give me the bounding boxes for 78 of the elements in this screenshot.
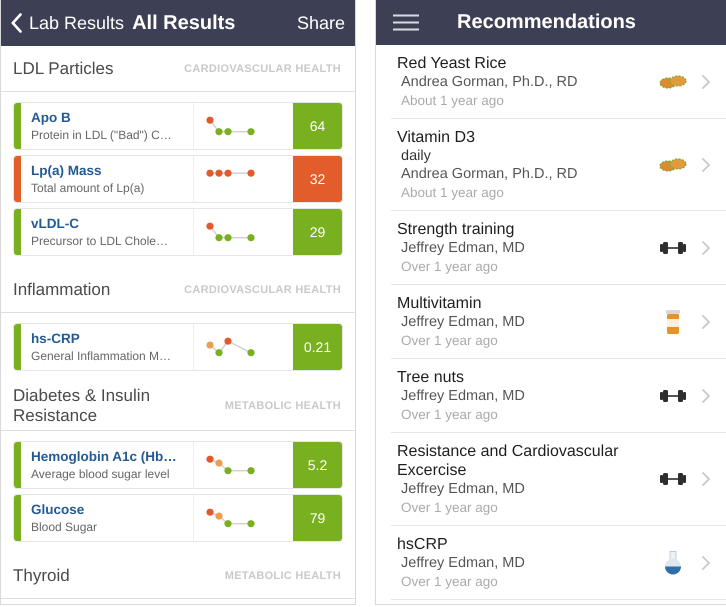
pills-icon — [659, 158, 687, 172]
recommendation-note: daily — [400, 147, 431, 165]
result-name: vLDL-C — [31, 214, 79, 232]
back-button[interactable]: Lab Results — [11, 12, 124, 34]
result-description: Precursor to LDL Chole… — [31, 232, 168, 250]
result-name: hs-CRP — [31, 330, 80, 348]
author-name: Jeffrey Edman, MD — [400, 387, 525, 406]
result-card[interactable]: Glucose Blood Sugar 79 — [13, 494, 343, 542]
recommendation-item[interactable]: Tree nuts Jeffrey Edman, MD Over 1 year ago — [391, 359, 726, 433]
timestamp: Over 1 year ago — [400, 573, 498, 590]
dumbbell-icon — [660, 240, 686, 254]
pills-icon — [659, 74, 687, 88]
recommendation-item[interactable]: hsCRP Jeffrey Edman, MD Over 1 year ago — [391, 526, 726, 600]
share-button[interactable]: Share — [296, 12, 345, 34]
result-card[interactable]: vLDL-C Precursor to LDL Chole… 29 — [13, 208, 343, 256]
result-card[interactable]: Lp(a) Mass Total amount of Lp(a) 32 — [13, 155, 343, 203]
menu-button[interactable] — [393, 14, 419, 31]
menu-icon — [393, 14, 419, 31]
chevron-icon — [11, 13, 22, 33]
chevron-icon — [702, 388, 710, 402]
recommendation-item[interactable]: Strength training Jeffrey Edman, MD Over 1 year ago — [391, 211, 726, 285]
result-description: Average blood sugar level — [31, 466, 170, 482]
screen-title: All Results — [132, 12, 236, 34]
chevron-icon — [702, 472, 710, 486]
result-description: General Inflammation M… — [31, 348, 172, 364]
result-card[interactable]: Hemoglobin A1c (Hb… Average blood sugar level 5.2 — [13, 441, 343, 489]
section-title: Inflammation — [13, 280, 110, 300]
timestamp: About 1 year ago — [400, 92, 504, 109]
result-description: Protein in LDL ("Bad") C… — [31, 126, 172, 144]
recommendation-title: Strength training — [397, 220, 514, 239]
result-name: Hemoglobin A1c (Hb… — [31, 448, 177, 466]
screen-title: Recommendations — [457, 11, 636, 34]
result-card[interactable]: hs-CRP General Inflammation M… 0.21 — [13, 323, 343, 371]
author-name: Jeffrey Edman, MD — [400, 554, 525, 573]
timestamp: Over 1 year ago — [400, 258, 498, 275]
result-name: Glucose — [31, 500, 84, 518]
recommendation-item[interactable]: Multivitamin Jeffrey Edman, MD Over 1 year ago — [391, 285, 726, 359]
recommendation-title: Resistance and Cardiovascular Excercise — [397, 442, 620, 480]
chevron-icon — [702, 314, 710, 328]
result-description: Total amount of Lp(a) — [31, 180, 144, 196]
timestamp: About 1 year ago — [400, 184, 504, 201]
result-description: Blood Sugar — [31, 518, 98, 536]
author-name: Jeffrey Edman, MD — [400, 313, 525, 332]
recommendation-title: Tree nuts — [397, 368, 464, 387]
author-name: Jeffrey Edman, MD — [400, 480, 525, 499]
result-name: Apo B — [31, 108, 71, 126]
section-title: LDL Particles — [13, 58, 114, 78]
chevron-icon — [702, 240, 710, 254]
timestamp: Over 1 year ago — [400, 499, 498, 516]
result-value: 29 — [293, 209, 342, 255]
result-value: 64 — [293, 103, 342, 149]
flask-icon — [664, 550, 682, 574]
chevron-icon — [702, 74, 710, 88]
author-name: Andrea Gorman, Ph.D., RD — [400, 73, 578, 92]
section-title: Thyroid — [13, 566, 70, 586]
timestamp: Over 1 year ago — [400, 332, 498, 349]
dumbbell-icon — [660, 472, 686, 486]
recommendation-title: Red Yeast Rice — [397, 54, 506, 73]
result-value: 32 — [293, 156, 342, 202]
result-value: 79 — [293, 495, 342, 541]
result-card[interactable]: Apo B Protein in LDL ("Bad") C… 64 — [13, 102, 343, 150]
pill-bottle-icon — [665, 310, 681, 334]
recommendation-item[interactable]: Resistance and Cardiovascular Excercise Jeffrey Edman, MD Over 1 year ago — [391, 433, 726, 526]
result-value: 0.21 — [293, 324, 342, 370]
chevron-icon — [702, 158, 710, 172]
recommendation-title: hsCRP — [397, 535, 448, 554]
recommendation-title: Vitamin D3 — [397, 128, 475, 147]
recommendation-item[interactable]: Red Yeast Rice Andrea Gorman, Ph.D., RD About 1 year ago — [391, 45, 726, 119]
chevron-icon — [702, 556, 710, 570]
result-value: 5.2 — [293, 442, 342, 488]
author-name: Andrea Gorman, Ph.D., RD — [400, 165, 578, 184]
result-name: Lp(a) Mass — [31, 162, 102, 180]
recommendation-title: Multivitamin — [397, 294, 482, 313]
section-title: Diabetes & Insulin Resistance — [13, 386, 152, 426]
recommendation-item[interactable]: Vitamin D3 daily Andrea Gorman, Ph.D., RD About 1 year ago — [391, 119, 726, 211]
dumbbell-icon — [660, 388, 686, 402]
author-name: Jeffrey Edman, MD — [400, 239, 525, 258]
timestamp: Over 1 year ago — [400, 406, 498, 423]
